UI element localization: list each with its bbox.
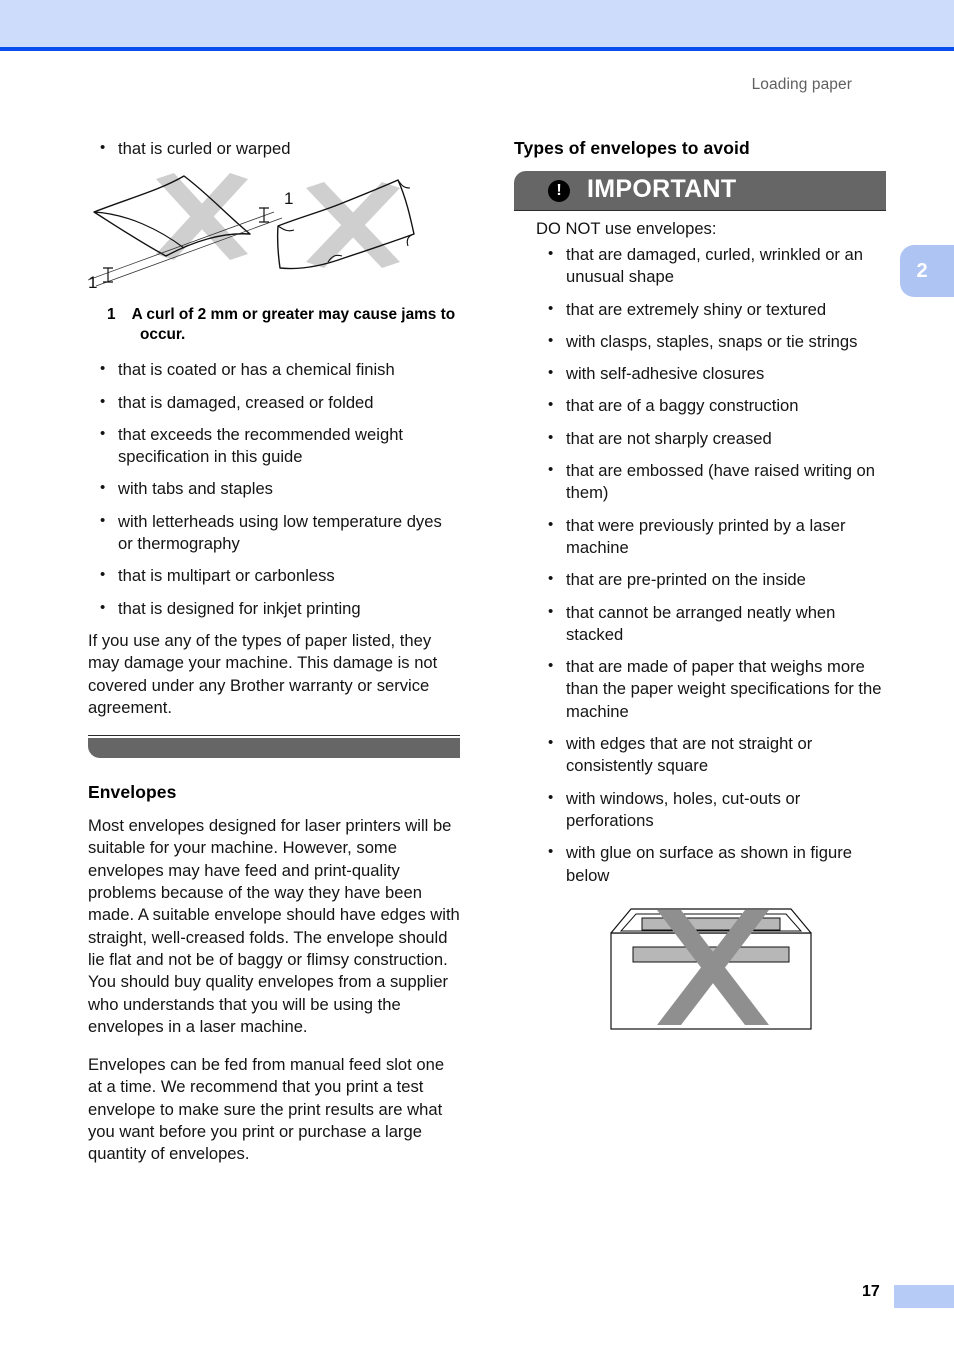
chapter-tab-number: 2 — [916, 260, 928, 282]
important-note-header: IMPORTANT — [514, 171, 886, 210]
list-item: that exceeds the recommended weight spec… — [88, 423, 460, 469]
list-item: that were previously printed by a laser … — [536, 514, 886, 560]
list-item: with tabs and staples — [88, 477, 460, 500]
exclamation-icon — [548, 179, 570, 202]
list-item: with clasps, staples, snaps or tie strin… — [536, 330, 886, 353]
list-item: that are damaged, curled, wrinkled or an… — [536, 243, 886, 289]
list-item: that are extremely shiny or textured — [536, 298, 886, 321]
list-item: with edges that are not straight or cons… — [536, 732, 886, 778]
important-note-lead: DO NOT use envelopes: — [536, 219, 717, 238]
page-number: 17 — [862, 1283, 880, 1300]
intro-bullet-list: that is curled or warped — [88, 137, 460, 160]
envelopes-paragraph-1: Most envelopes designed for laser printe… — [88, 816, 460, 1036]
running-head: Loading paper — [751, 76, 852, 93]
types-to-avoid-heading: Types of envelopes to avoid — [514, 138, 750, 158]
important-note-title: IMPORTANT — [587, 175, 737, 203]
list-item: with letterheads using low temperature d… — [88, 510, 460, 556]
envelopes-heading: Envelopes — [88, 782, 177, 803]
note-closing-rule — [88, 735, 460, 737]
list-item: that are of a baggy construction — [536, 394, 886, 417]
figure-caption-text: A curl of 2 mm or greater may cause jams… — [131, 306, 456, 344]
header-rule — [0, 47, 954, 51]
list-item: that are pre-printed on the inside — [536, 568, 886, 591]
list-item: that cannot be arranged neatly when stac… — [536, 601, 886, 647]
page-number-accent-block — [894, 1285, 954, 1308]
list-item: that is designed for inkjet printing — [88, 597, 460, 620]
envelopes-paragraph-2: Envelopes can be fed from manual feed sl… — [88, 1055, 445, 1164]
header-band — [0, 0, 954, 47]
avoid-bullet-list: that are damaged, curled, wrinkled or an… — [536, 243, 886, 887]
list-item: with windows, holes, cut-outs or perfora… — [536, 787, 886, 833]
list-item: with glue on surface as shown in figure … — [536, 841, 886, 887]
figure-caption: 1 A curl of 2 mm or greater may cause jam… — [88, 305, 460, 345]
paper-bullet-list: that is coated or has a chemical finish … — [88, 358, 460, 620]
note-closing-bar — [88, 735, 460, 759]
list-item: with self-adhesive closures — [536, 362, 886, 385]
envelope-with-glue-figure — [536, 901, 886, 1046]
paper-warning-paragraph: If you use any of the types of paper lis… — [88, 630, 438, 717]
callout-label-2: 1 — [284, 189, 293, 208]
important-note-body: DO NOT use envelopes: that are damaged, … — [514, 211, 886, 1046]
right-column: Types of envelopes to avoid IMPORTANT DO… — [514, 138, 886, 1046]
callout-label-1: 1 — [88, 273, 97, 290]
list-item: that is multipart or carbonless — [88, 564, 460, 587]
list-item: that are made of paper that weighs more … — [536, 655, 886, 723]
list-item: that are embossed (have raised writing o… — [536, 459, 886, 505]
figure-caption-number: 1 — [107, 306, 116, 324]
list-item: that is damaged, creased or folded — [88, 391, 460, 414]
list-item: that is curled or warped — [88, 137, 460, 160]
left-column: that is curled or warped — [87, 137, 460, 1182]
list-item: that is coated or has a chemical finish — [88, 358, 460, 381]
curled-paper-figure: 1 1 — [87, 170, 460, 295]
list-item: that are not sharply creased — [536, 427, 886, 450]
chapter-tab: 2 — [900, 245, 954, 297]
note-closing-fill — [88, 738, 460, 759]
